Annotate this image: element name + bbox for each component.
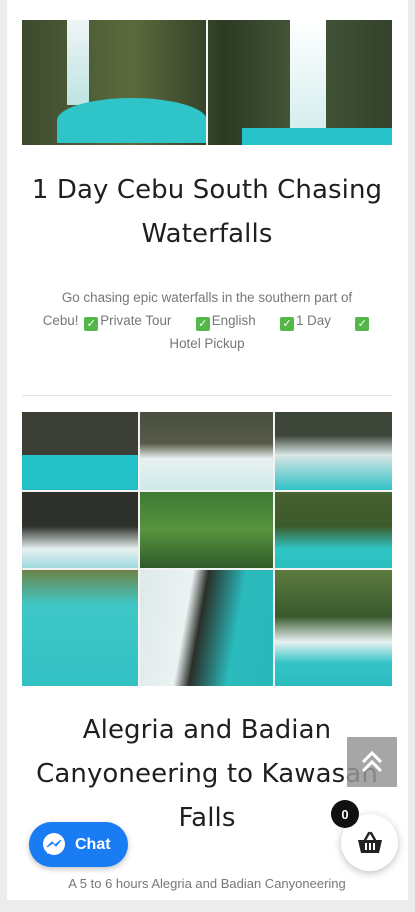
check-icon: ✓ [355, 317, 370, 331]
messenger-icon [43, 832, 65, 855]
waterfall-right [290, 20, 326, 130]
pool-right [242, 128, 392, 145]
check-icon: ✓ [84, 317, 99, 331]
collage-tile [275, 412, 392, 490]
collage-tile [275, 492, 392, 568]
check-icon: ✓ [195, 317, 210, 331]
chat-label: Chat [75, 835, 111, 853]
check-icon: ✓ [279, 317, 294, 331]
tour-2-image-collage[interactable] [22, 412, 392, 686]
pool-left [57, 98, 207, 143]
collage-tile [140, 492, 273, 568]
scroll-to-top-button[interactable] [347, 737, 397, 787]
tour-1-title[interactable]: 1 Day Cebu South Chasing Waterfalls [22, 168, 392, 256]
card-divider [22, 395, 392, 396]
basket-icon [357, 831, 382, 853]
collage-tile [22, 412, 138, 490]
chat-button[interactable]: Chat [29, 822, 128, 867]
tour-card-1: 1 Day Cebu South Chasing Waterfalls Go c… [22, 20, 392, 390]
waterfall-left [67, 20, 89, 105]
double-chevron-up-icon [361, 750, 383, 773]
collage-tile [140, 412, 273, 490]
divider-line [206, 20, 208, 145]
tour-2-description: A 5 to 6 hours Alegria and Badian Canyon… [68, 876, 346, 891]
collage-tile [140, 570, 273, 686]
collage-tile [275, 570, 392, 686]
tour-1-image[interactable] [22, 20, 392, 145]
collage-tile [22, 570, 138, 686]
collage-tile [22, 492, 138, 568]
cart-count-badge: 0 [331, 800, 359, 828]
tour-1-description: Go chasing epic waterfalls in the southe… [22, 286, 392, 355]
